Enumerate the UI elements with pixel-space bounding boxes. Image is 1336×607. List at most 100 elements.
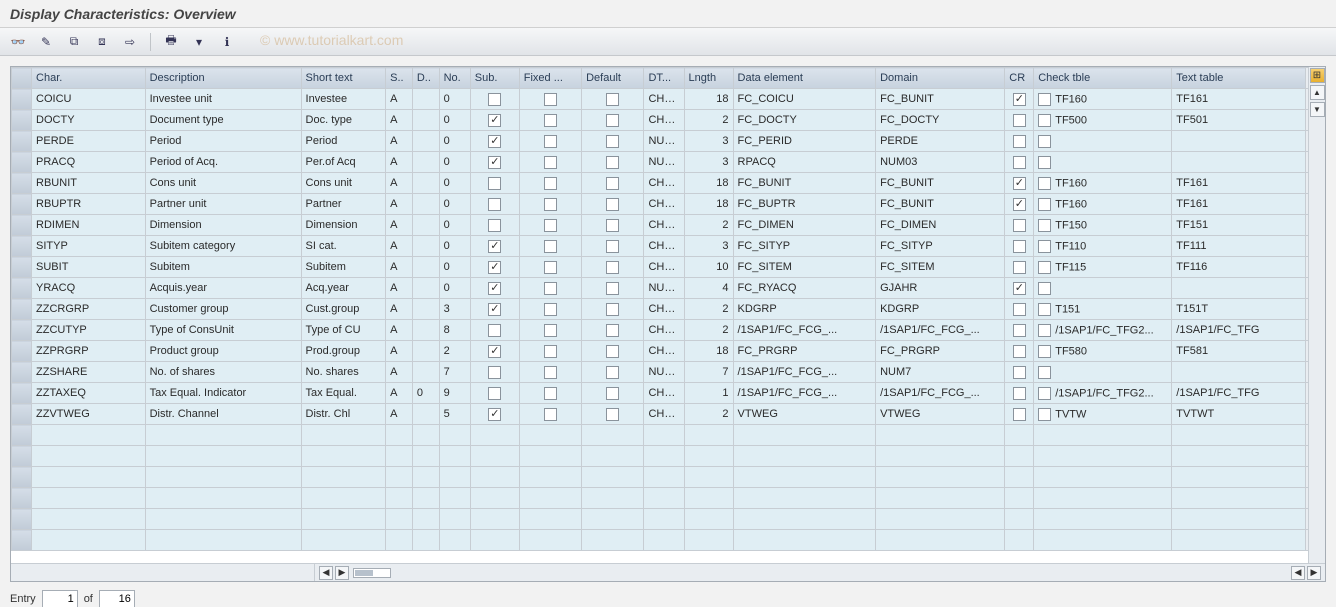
col-header-d[interactable]: D..: [412, 68, 439, 89]
hierarchy2-icon[interactable]: ⧈: [90, 31, 114, 53]
cell-txttbl[interactable]: [1172, 278, 1306, 299]
print-icon[interactable]: 🖶: [159, 31, 183, 53]
cell-d[interactable]: [412, 257, 439, 278]
cell-cr[interactable]: [1005, 299, 1034, 320]
cell-chktbl[interactable]: T151: [1034, 299, 1172, 320]
cell-sub[interactable]: [470, 131, 519, 152]
cr-checkbox[interactable]: [1013, 114, 1026, 127]
row-selector[interactable]: [12, 89, 32, 110]
default-checkbox[interactable]: [606, 303, 619, 316]
cell-txttbl[interactable]: T151T: [1172, 299, 1306, 320]
fixed-checkbox[interactable]: [544, 114, 557, 127]
cell-cr[interactable]: [1005, 341, 1034, 362]
cell-fixed[interactable]: [519, 236, 581, 257]
cell-default[interactable]: [582, 383, 644, 404]
cell-cr[interactable]: [1005, 404, 1034, 425]
table-row[interactable]: PERDEPeriodPeriodA0NUMC3FC_PERIDPERDE: [12, 131, 1325, 152]
filter-icon[interactable]: ▾: [187, 31, 211, 53]
cr-checkbox[interactable]: [1013, 282, 1026, 295]
cell-desc[interactable]: Dimension: [145, 215, 301, 236]
cell-cr[interactable]: [1005, 362, 1034, 383]
cell-cr[interactable]: [1005, 215, 1034, 236]
col-header-char[interactable]: Char.: [32, 68, 146, 89]
row-selector[interactable]: [12, 152, 32, 173]
cell-txttbl[interactable]: TF161: [1172, 173, 1306, 194]
table-row[interactable]: SUBITSubitemSubitemA0CHAR10FC_SITEMFC_SI…: [12, 257, 1325, 278]
cell-short[interactable]: Distr. Chl: [301, 404, 386, 425]
cell-chktbl[interactable]: TF115: [1034, 257, 1172, 278]
cr-checkbox[interactable]: [1013, 408, 1026, 421]
checktable-checkbox[interactable]: [1038, 135, 1051, 148]
table-row[interactable]: YRACQAcquis.yearAcq.yearA0NUMC4FC_RYACQG…: [12, 278, 1325, 299]
cell-domain[interactable]: KDGRP: [876, 299, 1005, 320]
cell-domain[interactable]: NUM7: [876, 362, 1005, 383]
cell-short[interactable]: Investee: [301, 89, 386, 110]
cell-no[interactable]: 0: [439, 131, 470, 152]
fixed-checkbox[interactable]: [544, 156, 557, 169]
table-row[interactable]: RBUNITCons unitCons unitA0CHAR18FC_BUNIT…: [12, 173, 1325, 194]
cell-short[interactable]: No. shares: [301, 362, 386, 383]
cell-default[interactable]: [582, 278, 644, 299]
cell-dataelem[interactable]: FC_BUNIT: [733, 173, 876, 194]
cell-dt[interactable]: CHAR: [644, 173, 684, 194]
cell-lngth[interactable]: 2: [684, 215, 733, 236]
default-checkbox[interactable]: [606, 156, 619, 169]
entry-total-input[interactable]: [99, 590, 135, 607]
cell-lngth[interactable]: 7: [684, 362, 733, 383]
default-checkbox[interactable]: [606, 240, 619, 253]
fixed-checkbox[interactable]: [544, 177, 557, 190]
table-row[interactable]: ZZSHARENo. of sharesNo. sharesA7NUMC7/1S…: [12, 362, 1325, 383]
cell-default[interactable]: [582, 89, 644, 110]
checktable-checkbox[interactable]: [1038, 156, 1051, 169]
cell-char[interactable]: PRACQ: [32, 152, 146, 173]
cell-txttbl[interactable]: [1172, 131, 1306, 152]
cell-dataelem[interactable]: FC_RYACQ: [733, 278, 876, 299]
cell-domain[interactable]: FC_DIMEN: [876, 215, 1005, 236]
cell-d[interactable]: [412, 152, 439, 173]
checktable-checkbox[interactable]: [1038, 282, 1051, 295]
cell-s[interactable]: A: [386, 299, 413, 320]
default-checkbox[interactable]: [606, 324, 619, 337]
cell-sub[interactable]: [470, 173, 519, 194]
hscroll-right-icon[interactable]: ▶: [335, 566, 349, 580]
cell-cr[interactable]: [1005, 320, 1034, 341]
col-header-no[interactable]: No.: [439, 68, 470, 89]
checktable-checkbox[interactable]: [1038, 345, 1051, 358]
cell-char[interactable]: PERDE: [32, 131, 146, 152]
cell-short[interactable]: Per.of Acq: [301, 152, 386, 173]
col-header-dataelem[interactable]: Data element: [733, 68, 876, 89]
default-checkbox[interactable]: [606, 135, 619, 148]
cell-chktbl[interactable]: [1034, 362, 1172, 383]
cell-char[interactable]: RBUPTR: [32, 194, 146, 215]
cell-desc[interactable]: Document type: [145, 110, 301, 131]
cell-dt[interactable]: CHAR: [644, 404, 684, 425]
row-selector[interactable]: [12, 404, 32, 425]
cell-dt[interactable]: CHAR: [644, 299, 684, 320]
cell-s[interactable]: A: [386, 362, 413, 383]
cell-desc[interactable]: Distr. Channel: [145, 404, 301, 425]
cell-dt[interactable]: CHAR: [644, 215, 684, 236]
cell-s[interactable]: A: [386, 194, 413, 215]
sub-checkbox[interactable]: [488, 387, 501, 400]
cell-short[interactable]: Type of CU: [301, 320, 386, 341]
cr-checkbox[interactable]: [1013, 261, 1026, 274]
cell-sub[interactable]: [470, 341, 519, 362]
cell-d[interactable]: 0: [412, 383, 439, 404]
table-row[interactable]: DOCTYDocument typeDoc. typeA0CHAR2FC_DOC…: [12, 110, 1325, 131]
col-header-sub[interactable]: Sub.: [470, 68, 519, 89]
cell-lngth[interactable]: 18: [684, 194, 733, 215]
cell-cr[interactable]: [1005, 131, 1034, 152]
cell-sub[interactable]: [470, 404, 519, 425]
table-row[interactable]: PRACQPeriod of Acq.Per.of AcqA0NUMC3RPAC…: [12, 152, 1325, 173]
checktable-checkbox[interactable]: [1038, 114, 1051, 127]
cell-lngth[interactable]: 18: [684, 89, 733, 110]
cell-dataelem[interactable]: FC_PERID: [733, 131, 876, 152]
default-checkbox[interactable]: [606, 93, 619, 106]
cell-domain[interactable]: /1SAP1/FC_FCG_...: [876, 383, 1005, 404]
cell-lngth[interactable]: 18: [684, 341, 733, 362]
sub-checkbox[interactable]: [488, 93, 501, 106]
configure-columns-icon[interactable]: ⊞: [1310, 68, 1325, 83]
cell-sub[interactable]: [470, 299, 519, 320]
cell-d[interactable]: [412, 194, 439, 215]
cell-char[interactable]: SITYP: [32, 236, 146, 257]
